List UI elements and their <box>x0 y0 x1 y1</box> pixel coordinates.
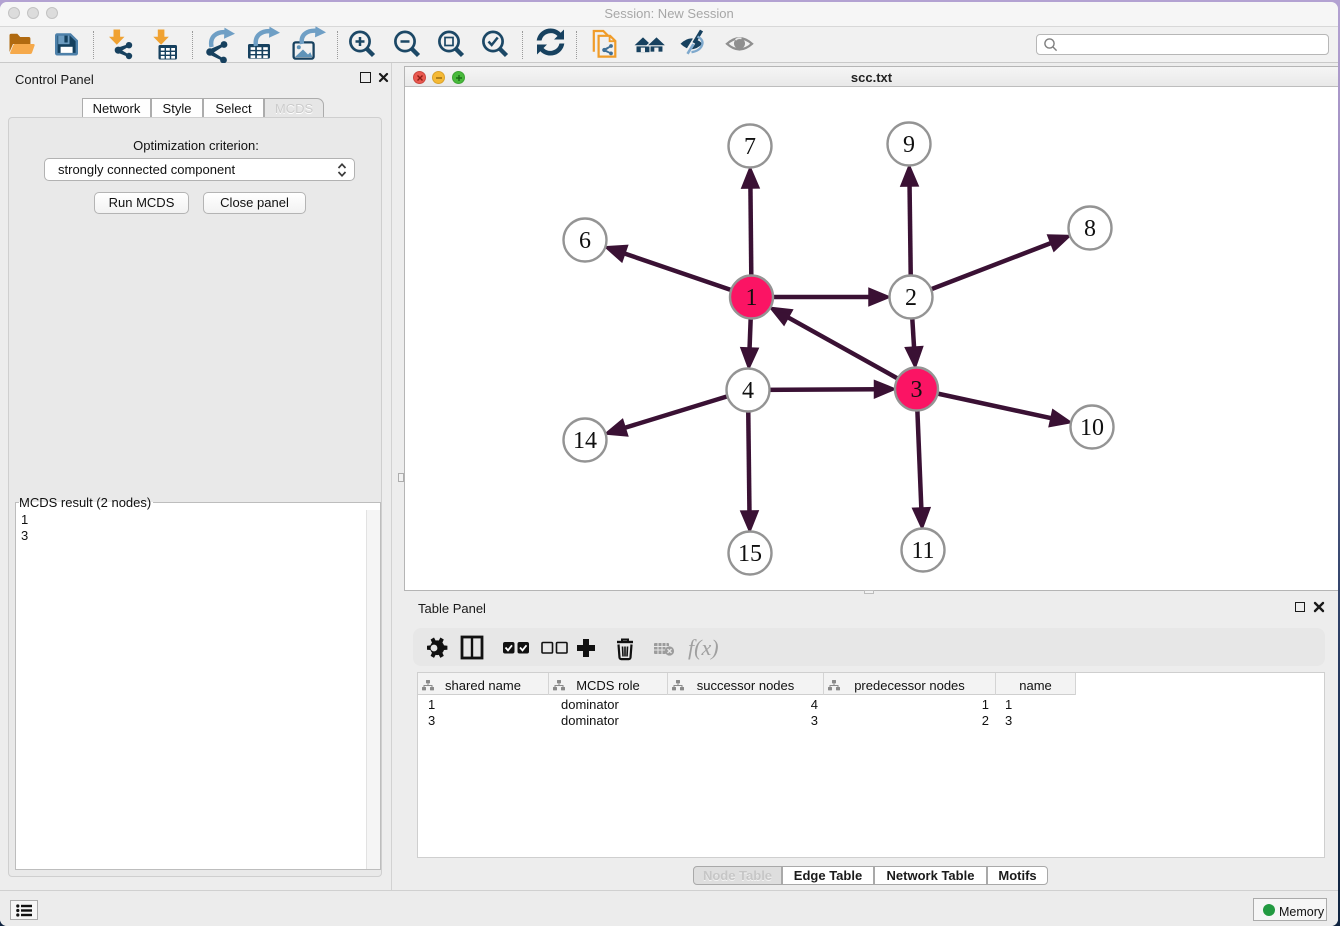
svg-text:3: 3 <box>911 377 923 403</box>
svg-text:11: 11 <box>911 538 934 564</box>
svg-text:15: 15 <box>738 541 762 567</box>
svg-text:4: 4 <box>742 378 754 404</box>
svg-text:f(x): f(x) <box>688 635 719 660</box>
svg-text:2: 2 <box>905 285 917 311</box>
svg-text:6: 6 <box>579 228 591 254</box>
svg-text:1: 1 <box>746 285 758 311</box>
svg-text:14: 14 <box>573 428 597 454</box>
svg-text:9: 9 <box>903 132 915 158</box>
svg-text:10: 10 <box>1080 415 1104 441</box>
svg-text:7: 7 <box>744 134 756 160</box>
svg-text:8: 8 <box>1084 216 1096 242</box>
